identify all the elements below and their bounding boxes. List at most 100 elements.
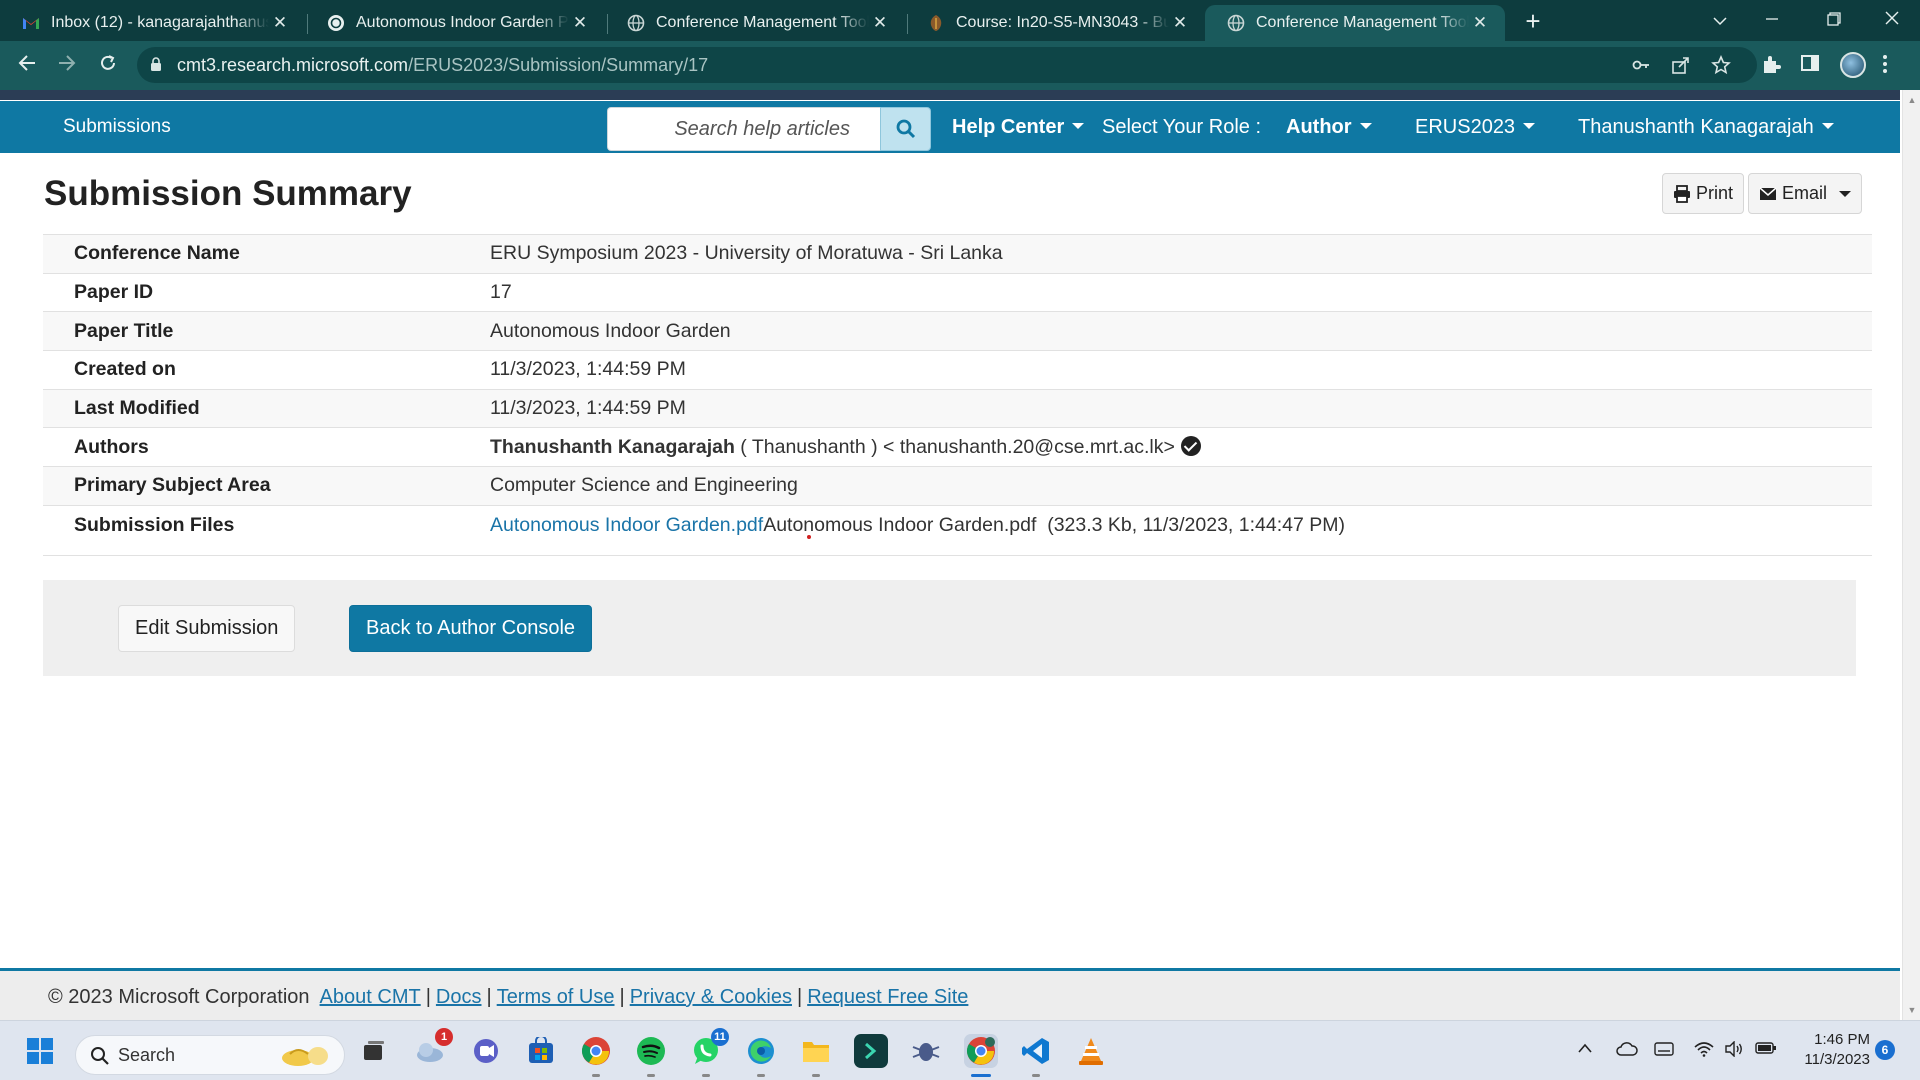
edge-icon[interactable] — [744, 1034, 778, 1077]
show-hidden-icons-chevron-icon[interactable] — [1577, 1041, 1593, 1059]
print-button[interactable]: Print — [1662, 173, 1745, 214]
tab-gmail[interactable]: Inbox (12) - kanagarajahthanush ✕ — [0, 5, 305, 41]
help-search-button[interactable] — [880, 107, 931, 151]
user-dropdown[interactable]: Thanushanth Kanagarajah — [1578, 116, 1834, 139]
close-tab-icon[interactable]: ✕ — [869, 13, 891, 33]
tab-cmt-active[interactable]: Conference Management Toolkit ✕ — [1205, 5, 1505, 41]
menu-kebab-icon[interactable] — [1882, 53, 1908, 79]
wifi-icon[interactable] — [1694, 1041, 1714, 1062]
email-dropdown-button[interactable]: Email — [1748, 173, 1863, 214]
privacy-link[interactable]: Privacy & Cookies — [630, 986, 792, 1008]
footer-links: © 2023 Microsoft Corporation About CMT | D… — [48, 986, 968, 1009]
table-row: Submission Files Autonomous Indoor Garde… — [43, 504, 1872, 556]
profile-avatar[interactable] — [1840, 52, 1866, 78]
caret-down-icon — [1839, 190, 1852, 197]
file-explorer-icon[interactable] — [799, 1034, 833, 1077]
terms-link[interactable]: Terms of Use — [497, 986, 615, 1008]
onedrive-cloud-icon[interactable] — [1616, 1041, 1638, 1062]
tab-search-icon[interactable] — [1694, 0, 1746, 41]
request-free-site-link[interactable]: Request Free Site — [807, 986, 968, 1008]
edit-submission-button[interactable]: Edit Submission — [118, 605, 296, 652]
field-label: Primary Subject Area — [43, 466, 490, 506]
task-view-icon[interactable] — [357, 1034, 391, 1068]
copyright-text: © 2023 Microsoft Corporation — [48, 986, 310, 1008]
back-arrow-icon[interactable] — [11, 50, 43, 82]
scroll-up-arrow-icon[interactable]: ▲ — [1903, 92, 1920, 108]
tab-title: Autonomous Indoor Garden Pro — [356, 14, 569, 31]
terminal-app-icon[interactable] — [854, 1034, 888, 1068]
submission-file-name: Autonomous Indoor Garden.pdf — [763, 513, 1037, 536]
address-bar[interactable]: cmt3.research.microsoft.com/ERUS2023/Sub… — [137, 47, 1757, 83]
extensions-icon[interactable] — [1760, 53, 1786, 79]
touch-keyboard-icon[interactable] — [1654, 1041, 1674, 1062]
whatsapp-icon[interactable]: 11 — [689, 1028, 729, 1077]
files-value: Autonomous Indoor Garden.pdfAutonomous I… — [490, 504, 1872, 556]
windows-start-icon[interactable] — [23, 1034, 57, 1068]
vscode-icon[interactable] — [1019, 1034, 1053, 1077]
nav-submissions-link[interactable]: Submissions — [63, 116, 171, 138]
vertical-scrollbar[interactable]: ▲ ▼ — [1902, 90, 1920, 1020]
cmt-top-nav: Submissions Help Center Select Your Role… — [0, 101, 1900, 153]
page-footer: © 2023 Microsoft Corporation About CMT | D… — [0, 968, 1900, 1020]
teams-icon[interactable] — [469, 1034, 503, 1068]
vlc-icon[interactable] — [1074, 1034, 1108, 1068]
chrome-active-icon[interactable] — [964, 1034, 998, 1077]
about-cmt-link[interactable]: About CMT — [320, 986, 421, 1008]
running-indicator — [757, 1074, 765, 1077]
separator: | — [486, 986, 492, 1008]
tab-cmt-1[interactable]: Conference Management Toolkit ✕ — [605, 5, 905, 41]
forward-arrow-icon[interactable] — [51, 50, 83, 82]
globe-icon — [627, 14, 645, 32]
close-tab-icon[interactable]: ✕ — [1469, 13, 1491, 33]
envelope-icon — [1759, 186, 1777, 200]
modified-value: 11/3/2023, 1:44:59 PM — [490, 388, 1872, 428]
chatgpt-icon — [327, 14, 345, 32]
new-tab-button[interactable]: + — [1520, 6, 1546, 36]
minimize-icon[interactable] — [1746, 0, 1798, 41]
email-label: Email — [1782, 183, 1828, 203]
search-icon — [91, 1047, 109, 1065]
page-top-strip — [0, 90, 1900, 100]
paper-id-value: 17 — [490, 272, 1872, 312]
help-search-input[interactable] — [607, 107, 880, 151]
caret-down-icon — [1072, 123, 1085, 129]
ms-store-icon[interactable] — [524, 1034, 558, 1068]
scroll-down-arrow-icon[interactable]: ▼ — [1903, 1002, 1920, 1018]
weather-widget-icon[interactable]: 1 — [413, 1028, 453, 1068]
bug-app-icon[interactable] — [909, 1034, 943, 1068]
spotify-icon[interactable] — [634, 1034, 668, 1077]
side-panel-icon[interactable] — [1800, 53, 1826, 79]
notification-count-badge[interactable]: 6 — [1875, 1040, 1895, 1060]
close-window-icon[interactable] — [1866, 0, 1918, 41]
chrome-icon[interactable] — [579, 1034, 613, 1077]
field-label: Last Modified — [43, 388, 490, 428]
taskbar-search-box[interactable]: Search — [75, 1035, 345, 1075]
clock-date: 11/3/2023 — [1804, 1051, 1870, 1068]
role-dropdown[interactable]: Author — [1286, 116, 1372, 139]
close-tab-icon[interactable]: ✕ — [569, 13, 591, 33]
restore-icon[interactable] — [1808, 0, 1860, 41]
conference-dropdown[interactable]: ERUS2023 — [1415, 116, 1536, 139]
back-to-author-console-button[interactable]: Back to Author Console — [349, 605, 593, 652]
password-key-icon[interactable] — [1631, 55, 1653, 77]
tab-chatgpt[interactable]: Autonomous Indoor Garden Pro ✕ — [305, 5, 605, 41]
reload-icon[interactable] — [92, 50, 124, 82]
close-tab-icon[interactable]: ✕ — [269, 13, 291, 33]
conference-name-value: ERU Symposium 2023 - University of Morat… — [490, 234, 1872, 274]
tab-course[interactable]: Course: In20-S5-MN3043 - Busin ✕ — [905, 5, 1205, 41]
help-center-dropdown[interactable]: Help Center — [952, 116, 1085, 139]
share-icon[interactable] — [1671, 55, 1693, 77]
close-tab-icon[interactable]: ✕ — [1169, 13, 1191, 33]
running-indicator — [812, 1074, 820, 1077]
field-label: Created on — [43, 350, 490, 390]
docs-link[interactable]: Docs — [436, 986, 482, 1008]
whatsapp-badge: 11 — [711, 1028, 729, 1046]
lock-icon[interactable] — [150, 57, 162, 77]
submission-file-link[interactable]: Autonomous Indoor Garden.pdf — [490, 514, 763, 536]
table-row: Authors Thanushanth Kanagarajah ( Thanus… — [43, 427, 1872, 467]
volume-icon[interactable] — [1724, 1040, 1744, 1062]
battery-icon[interactable] — [1755, 1041, 1777, 1060]
submission-file-meta: (323.3 Kb, 11/3/2023, 1:44:47 PM) — [1047, 513, 1345, 536]
taskbar-clock[interactable]: 1:46 PM 11/3/2023 — [1790, 1030, 1870, 1070]
bookmark-star-icon[interactable] — [1711, 54, 1733, 77]
